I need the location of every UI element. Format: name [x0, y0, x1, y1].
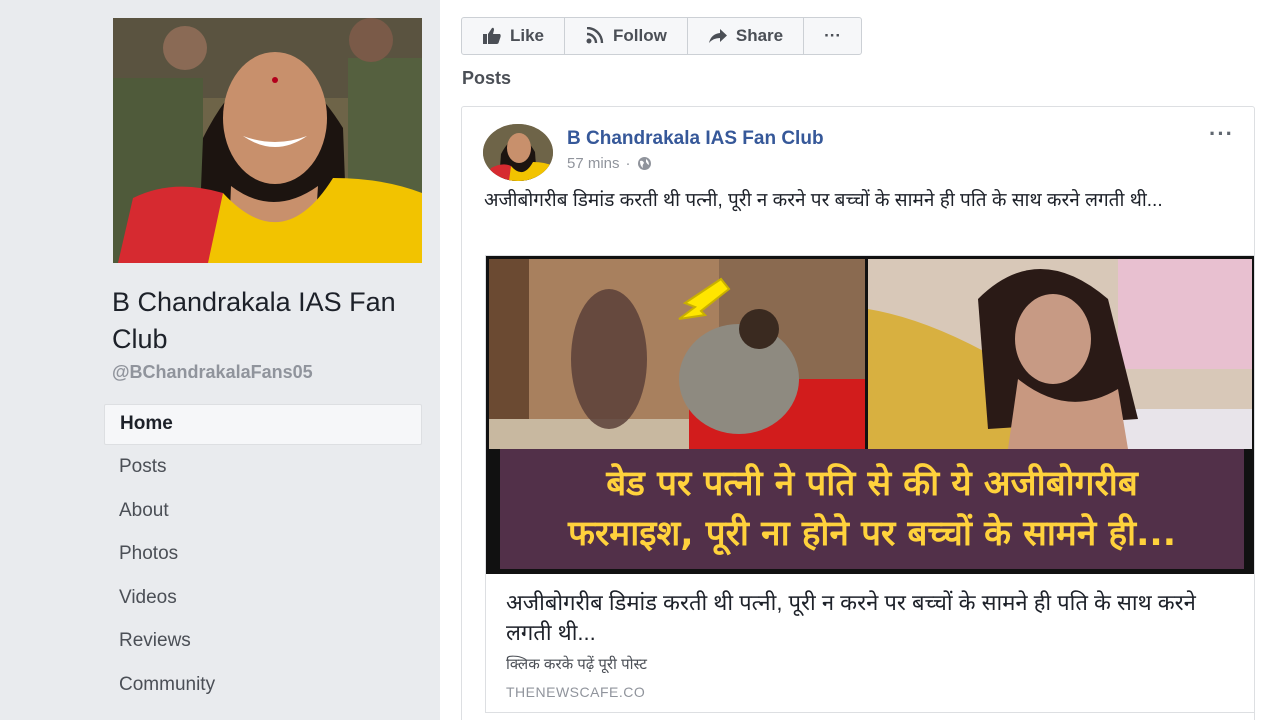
blurred-photo-right [868, 259, 1252, 449]
globe-icon[interactable] [637, 156, 652, 171]
posts-heading: Posts [462, 68, 512, 88]
share-arrow-icon [708, 29, 727, 43]
link-preview-image[interactable]: बेड पर पत्नी ने पति से की ये अजीबोगरीब फ… [486, 256, 1254, 574]
link-preview-card[interactable]: बेड पर पत्नी ने पति से की ये अजीबोगरीब फ… [485, 255, 1255, 713]
post-author-name[interactable]: B Chandrakala IAS Fan Club [567, 128, 824, 150]
post-text: अजीबोगरीब डिमांड करती थी पत्नी, पूरी न क… [484, 190, 1163, 211]
follow-label: Follow [613, 26, 667, 45]
preview-photo-right [868, 259, 1252, 449]
like-button[interactable]: Like [462, 18, 566, 54]
post-meta: 57 mins · [567, 155, 652, 172]
nav-item-posts[interactable]: Posts [104, 447, 422, 491]
blurred-photo-left [489, 259, 865, 449]
meta-separator: · [625, 155, 631, 172]
headline-banner: बेड पर पत्नी ने पति से की ये अजीबोगरीब फ… [500, 449, 1244, 569]
post-options-icon[interactable]: ··· [1209, 121, 1234, 147]
banner-line-2: फरमाइश, पूरी ना होने पर बच्चों के सामने … [567, 514, 1177, 554]
link-preview-body: अजीबोगरीब डिमांड करती थी पत्नी, पूरी न क… [486, 574, 1254, 712]
post-card: B Chandrakala IAS Fan Club 57 mins · ···… [461, 106, 1255, 720]
page-action-bar: Like Follow Share ··· [461, 17, 863, 55]
nav-item-community[interactable]: Community [104, 665, 422, 709]
nav-item-about[interactable]: About [104, 491, 422, 535]
left-sidebar: B Chandrakala IAS Fan Club @BChandrakala… [0, 0, 440, 720]
profile-photo-image [113, 18, 422, 263]
follow-button[interactable]: Follow [565, 18, 688, 54]
link-domain: THENEWSCAFE.CO [506, 684, 646, 700]
page-title[interactable]: B Chandrakala IAS Fan Club [112, 284, 432, 358]
like-label: Like [510, 26, 545, 45]
page-nav: Home Posts About Photos Videos Reviews C… [104, 404, 422, 708]
page-handle[interactable]: @BChandrakalaFans05 [112, 362, 313, 383]
thumbs-up-icon [483, 27, 501, 44]
rss-icon [586, 27, 604, 44]
preview-photo-left [489, 259, 865, 449]
banner-line-1: बेड पर पत्नी ने पति से की ये अजीबोगरीब [606, 464, 1138, 504]
link-description: क्लिक करके पढ़ें पूरी पोस्ट [506, 656, 647, 673]
nav-item-home[interactable]: Home [104, 404, 422, 445]
nav-item-reviews[interactable]: Reviews [104, 621, 422, 665]
more-options-button[interactable]: ··· [804, 18, 861, 54]
avatar-image [483, 124, 553, 181]
share-label: Share [735, 26, 784, 45]
main-column: Like Follow Share ··· Posts B Chandrakal… [440, 0, 1280, 720]
nav-item-photos[interactable]: Photos [104, 534, 422, 578]
nav-item-videos[interactable]: Videos [104, 578, 422, 622]
link-title[interactable]: अजीबोगरीब डिमांड करती थी पत्नी, पूरी न क… [506, 588, 1236, 648]
share-button[interactable]: Share [688, 18, 805, 54]
post-author-avatar[interactable] [483, 124, 553, 181]
profile-photo[interactable] [113, 18, 422, 263]
post-timestamp[interactable]: 57 mins [567, 155, 620, 172]
